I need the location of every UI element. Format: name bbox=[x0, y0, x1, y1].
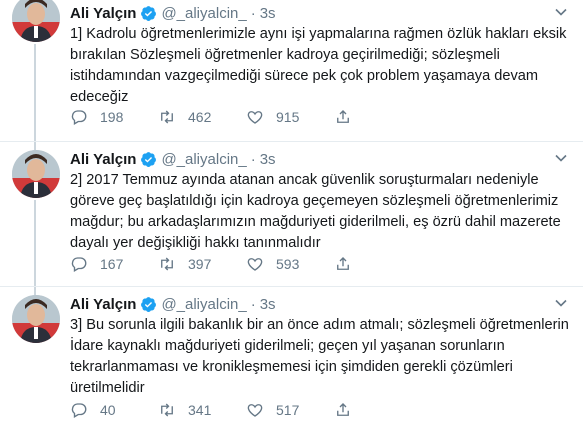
tweet-actions: 167 397 593 bbox=[70, 255, 364, 273]
reply-count: 198 bbox=[100, 109, 124, 125]
author-name[interactable]: Ali Yalçın bbox=[70, 5, 136, 22]
author-name[interactable]: Ali Yalçın bbox=[70, 151, 136, 168]
retweet-icon bbox=[161, 257, 173, 271]
like-button[interactable]: 593 bbox=[246, 255, 334, 273]
separator-dot: · bbox=[250, 4, 256, 22]
thread-connector-line bbox=[34, 200, 36, 287]
reply-count: 40 bbox=[100, 402, 116, 418]
heart-icon bbox=[247, 404, 263, 417]
separator-dot: · bbox=[250, 150, 256, 168]
avatar[interactable] bbox=[12, 150, 60, 198]
retweet-icon bbox=[161, 110, 173, 124]
thread-connector-line bbox=[34, 142, 36, 150]
retweet-button[interactable]: 397 bbox=[158, 255, 246, 273]
heart-icon bbox=[247, 258, 263, 271]
timestamp[interactable]: 3s bbox=[260, 296, 276, 313]
tweet-header: Ali Yalçın @_aliyalcin_ · 3s bbox=[70, 148, 569, 170]
tweet-header: Ali Yalçın @_aliyalcin_ · 3s bbox=[70, 2, 569, 24]
reply-button[interactable]: 167 bbox=[70, 255, 158, 273]
retweet-button[interactable]: 462 bbox=[158, 108, 246, 126]
tweet-text: 1] Kadrolu öğretmenlerimizle aynı işi ya… bbox=[70, 26, 567, 105]
thread-connector-line bbox=[34, 287, 36, 295]
chevron-down-icon[interactable] bbox=[553, 4, 569, 20]
tweet[interactable]: Ali Yalçın @_aliyalcin_ · 3s 3] Bu sorun… bbox=[0, 286, 583, 428]
avatar[interactable] bbox=[12, 295, 60, 343]
tweet-text: 3] Bu sorunla ilgili bakanlık bir an önc… bbox=[70, 317, 569, 396]
tweet-text: 2] 2017 Temmuz ayında atanan ancak güven… bbox=[70, 172, 561, 251]
reply-count: 167 bbox=[100, 256, 124, 272]
tweet-header: Ali Yalçın @_aliyalcin_ · 3s bbox=[70, 293, 569, 315]
retweet-count: 397 bbox=[188, 256, 212, 272]
reply-button[interactable]: 40 bbox=[70, 401, 158, 419]
share-button[interactable] bbox=[334, 108, 364, 126]
like-count: 517 bbox=[276, 402, 300, 418]
retweet-count: 462 bbox=[188, 109, 212, 125]
timestamp[interactable]: 3s bbox=[260, 5, 276, 22]
like-count: 593 bbox=[276, 256, 300, 272]
share-icon bbox=[337, 110, 349, 123]
retweet-icon bbox=[161, 403, 173, 417]
author-name[interactable]: Ali Yalçın bbox=[70, 296, 136, 313]
reply-icon bbox=[71, 403, 87, 418]
tweet[interactable]: Ali Yalçın @_aliyalcin_ · 3s 1] Kadrolu … bbox=[0, 0, 583, 141]
thread-connector-line bbox=[34, 44, 36, 141]
heart-icon bbox=[247, 111, 263, 124]
tweet-actions: 40 341 517 bbox=[70, 401, 364, 419]
tweet[interactable]: Ali Yalçın @_aliyalcin_ · 3s 2] 2017 Tem… bbox=[0, 141, 583, 287]
share-button[interactable] bbox=[334, 401, 364, 419]
verified-badge-icon bbox=[140, 296, 157, 313]
tweet-thread: Ali Yalçın @_aliyalcin_ · 3s 1] Kadrolu … bbox=[0, 0, 583, 427]
author-handle[interactable]: @_aliyalcin_ bbox=[161, 296, 246, 313]
verified-badge-icon bbox=[140, 151, 157, 168]
separator-dot: · bbox=[250, 295, 256, 313]
retweet-count: 341 bbox=[188, 402, 212, 418]
tweet-actions: 198 462 915 bbox=[70, 108, 364, 126]
avatar[interactable] bbox=[12, 0, 60, 42]
share-icon bbox=[337, 403, 349, 416]
reply-button[interactable]: 198 bbox=[70, 108, 158, 126]
share-button[interactable] bbox=[334, 255, 364, 273]
reply-icon bbox=[71, 257, 87, 272]
author-handle[interactable]: @_aliyalcin_ bbox=[161, 5, 246, 22]
author-handle[interactable]: @_aliyalcin_ bbox=[161, 151, 246, 168]
timestamp[interactable]: 3s bbox=[260, 151, 276, 168]
share-icon bbox=[337, 257, 349, 270]
like-count: 915 bbox=[276, 109, 300, 125]
verified-badge-icon bbox=[140, 5, 157, 22]
like-button[interactable]: 517 bbox=[246, 401, 334, 419]
reply-icon bbox=[71, 110, 87, 125]
like-button[interactable]: 915 bbox=[246, 108, 334, 126]
chevron-down-icon[interactable] bbox=[553, 295, 569, 311]
retweet-button[interactable]: 341 bbox=[158, 401, 246, 419]
chevron-down-icon[interactable] bbox=[553, 150, 569, 166]
